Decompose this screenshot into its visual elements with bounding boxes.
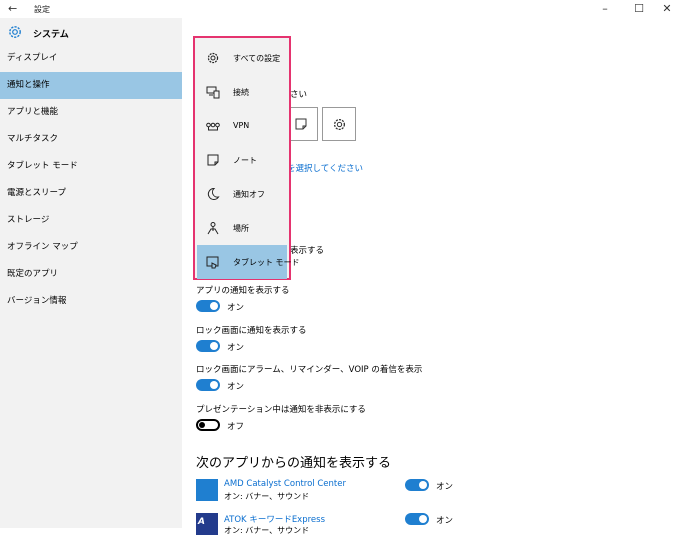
app-detail: オン: バナー、サウンド [224,492,310,501]
sidebar-item[interactable]: ストレージ [0,207,182,234]
sidebar-item-label: タブレット モード [7,161,78,171]
connect-icon [206,86,220,99]
sidebar-item-label: 電源とスリープ [7,188,66,198]
popup-item-vpn[interactable]: VPN [197,109,287,143]
sidebar-item[interactable]: 既定のアプリ [0,261,182,288]
setting-toggle[interactable] [196,300,220,312]
moon-icon [207,187,220,200]
sidebar-item[interactable]: 電源とスリープ [0,180,182,207]
popup-item-label: タブレット モード [233,258,300,267]
sidebar-item-label: アプリと機能 [7,107,59,117]
sidebar-item-label: 通知と操作 [7,80,50,90]
setting-toggle[interactable] [196,419,220,431]
toggle-state: オフ [227,422,245,432]
notice-partial-label: 表示する [290,246,325,256]
atok-app-icon: A [196,513,218,535]
sidebar-item[interactable]: マルチタスク [0,126,182,153]
popup-item-note[interactable]: ノート [197,143,287,177]
quick-action-popup: すべての設定 接続 VPN ノート 通知オフ 場所 タブレット モード [193,36,300,280]
popup-item-label: 接続 [233,88,249,97]
sidebar-item[interactable]: ディスプレイ [0,45,182,72]
popup-item-quiet-hours[interactable]: 通知オフ [197,177,287,211]
gear-icon [9,26,21,38]
app-notification-toggle[interactable] [405,513,429,525]
setting-label: ロック画面にアラーム、リマインダー、VOIP の着信を表示 [196,365,423,375]
app-detail: オン: バナー、サウンド [224,526,310,535]
sidebar: システム ディスプレイ 通知と操作アプリと機能 マルチタスクタブレット モード 電源と… [0,18,182,528]
popup-item-location[interactable]: 場所 [197,211,287,245]
quick-action-all-settings[interactable] [322,107,356,141]
minimize-button[interactable]: – [590,1,620,17]
atok-logo-icon: A [198,517,205,527]
popup-item-label: すべての設定 [233,54,281,63]
app-name[interactable]: ATOK キーワードExpress [224,513,325,525]
popup-item-tablet-mode[interactable]: タブレット モード [197,245,300,279]
close-button[interactable]: ✕ [652,1,680,17]
setting-label: ロック画面に通知を表示する [196,326,307,336]
gear-icon [333,118,346,131]
toggle-state: オン [227,303,245,313]
window-title: 設定 [34,5,50,14]
setting-label: アプリの通知を表示する [196,286,290,296]
popup-item-label: VPN [233,121,250,130]
gear-icon [207,52,219,64]
popup-item-all-settings[interactable]: すべての設定 [197,41,287,75]
sidebar-item-label: 既定のアプリ [7,269,59,279]
setting-toggle[interactable] [196,340,220,352]
toggle-state: オン [227,382,245,392]
apps-section-title: 次のアプリからの通知を表示する [196,456,392,471]
sidebar-item[interactable]: 通知と操作 [0,72,182,99]
popup-item-label: 場所 [233,224,249,233]
setting-label: プレゼンテーション中は通知を非表示にする [196,405,366,415]
sidebar-item[interactable]: バージョン情報 [0,288,182,315]
sidebar-item-label: マルチタスク [7,134,59,144]
sidebar-item[interactable]: タブレット モード [0,153,182,180]
section-title: システム [33,30,69,40]
setting-toggle[interactable] [196,379,220,391]
toggle-state: オン [227,343,245,353]
amd-app-icon [196,479,218,501]
toggle-state: オン [436,516,454,526]
popup-item-label: 通知オフ [233,190,265,199]
app-notification-toggle[interactable] [405,479,429,491]
vpn-icon [206,122,220,131]
sidebar-item-label: オフライン マップ [7,242,78,252]
sidebar-item-label: バージョン情報 [7,296,67,306]
note-icon [207,154,219,166]
title-bar: ← 設定 – ☐ ✕ [0,0,680,18]
popup-item-connect[interactable]: 接続 [197,75,287,109]
select-quick-actions-link[interactable]: を選択してください [287,162,363,174]
toggle-state: オン [436,482,454,492]
popup-item-label: ノート [233,156,257,165]
sidebar-item-label: ストレージ [7,215,50,225]
maximize-button[interactable]: ☐ [624,1,654,17]
quick-actions-instruction: さい [290,90,308,100]
sidebar-item[interactable]: オフライン マップ [0,234,182,261]
app-name[interactable]: AMD Catalyst Control Center [224,479,346,489]
back-arrow-icon[interactable]: ← [8,2,17,15]
location-icon [207,222,219,235]
sidebar-item[interactable]: アプリと機能 [0,99,182,126]
sidebar-item-label: ディスプレイ [7,53,58,63]
note-icon [295,118,307,130]
tablet-mode-icon [206,256,219,269]
